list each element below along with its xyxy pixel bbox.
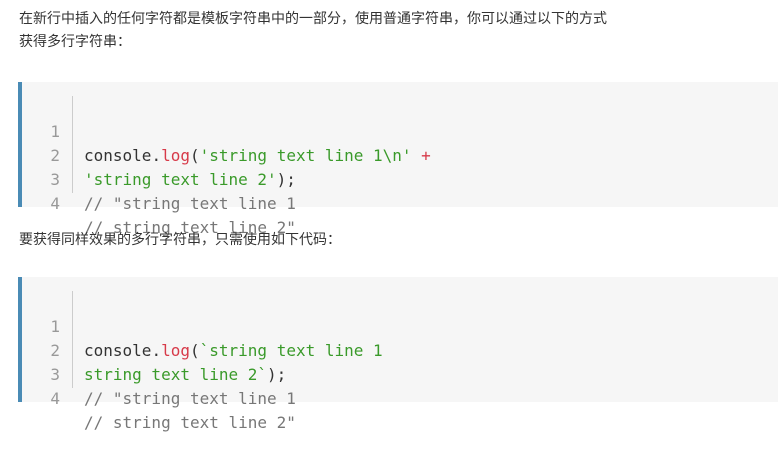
code-paren: ( — [189, 341, 200, 360]
code-object: console — [84, 146, 152, 165]
code-paren: ( — [189, 146, 200, 165]
line-number-separator — [72, 291, 73, 388]
code-comment: // "string text line 1 — [84, 194, 296, 213]
line-number-separator — [72, 96, 73, 193]
code-text: string text line 2`); — [84, 363, 286, 387]
code-line: 2 'string text line 2'); — [22, 120, 296, 189]
code-comment: // string text line 2" — [84, 413, 296, 432]
line-number: 4 — [50, 194, 60, 213]
code-text: 'string text line 2'); — [84, 168, 296, 192]
code-operator: + — [411, 146, 431, 165]
code-punct: ); — [276, 170, 296, 189]
code-dot: . — [151, 146, 162, 165]
code-string: 'string text line 1\n' — [199, 146, 412, 165]
code-string: `string text line 1 — [199, 341, 383, 360]
intro-line-2: 获得多行字符串： — [19, 34, 131, 50]
code-line: 2 string text line 2`); — [22, 315, 286, 384]
middle-paragraph: 要获得同样效果的多行字符串，只需使用如下代码： — [19, 232, 341, 248]
code-function: log — [161, 146, 190, 165]
code-object: console — [84, 341, 152, 360]
code-line: 4 // string text line 2" — [22, 168, 296, 237]
code-text: console.log('string text line 1\n' + — [84, 144, 431, 168]
intro-line-1: 在新行中插入的任何字符都是模板字符串中的一部分，使用普通字符串，你可以通过以下的… — [19, 11, 607, 27]
code-line: 4 // string text line 2" — [22, 363, 296, 432]
code-line: 3 // "string text line 1 — [22, 339, 296, 408]
code-block-2: 1 console.log(`string text line 1 2 stri… — [18, 277, 778, 432]
code-punct: ); — [267, 365, 287, 384]
code-line: 1 console.log('string text line 1\n' + — [22, 96, 430, 165]
code-line: 3 // "string text line 1 — [22, 144, 296, 213]
line-number: 4 — [50, 389, 60, 408]
intro-paragraph: 在新行中插入的任何字符都是模板字符串中的一部分，使用普通字符串，你可以通过以下的… — [19, 8, 607, 54]
code-comment: // "string text line 1 — [84, 389, 296, 408]
code-line: 1 console.log(`string text line 1 — [22, 291, 382, 360]
code-function: log — [161, 341, 190, 360]
code-text: console.log(`string text line 1 — [84, 339, 383, 363]
code-dot: . — [151, 341, 162, 360]
code-block-1: 1 console.log('string text line 1\n' + 2… — [18, 82, 778, 237]
code-string: 'string text line 2' — [84, 170, 277, 189]
code-string: string text line 2` — [84, 365, 268, 384]
